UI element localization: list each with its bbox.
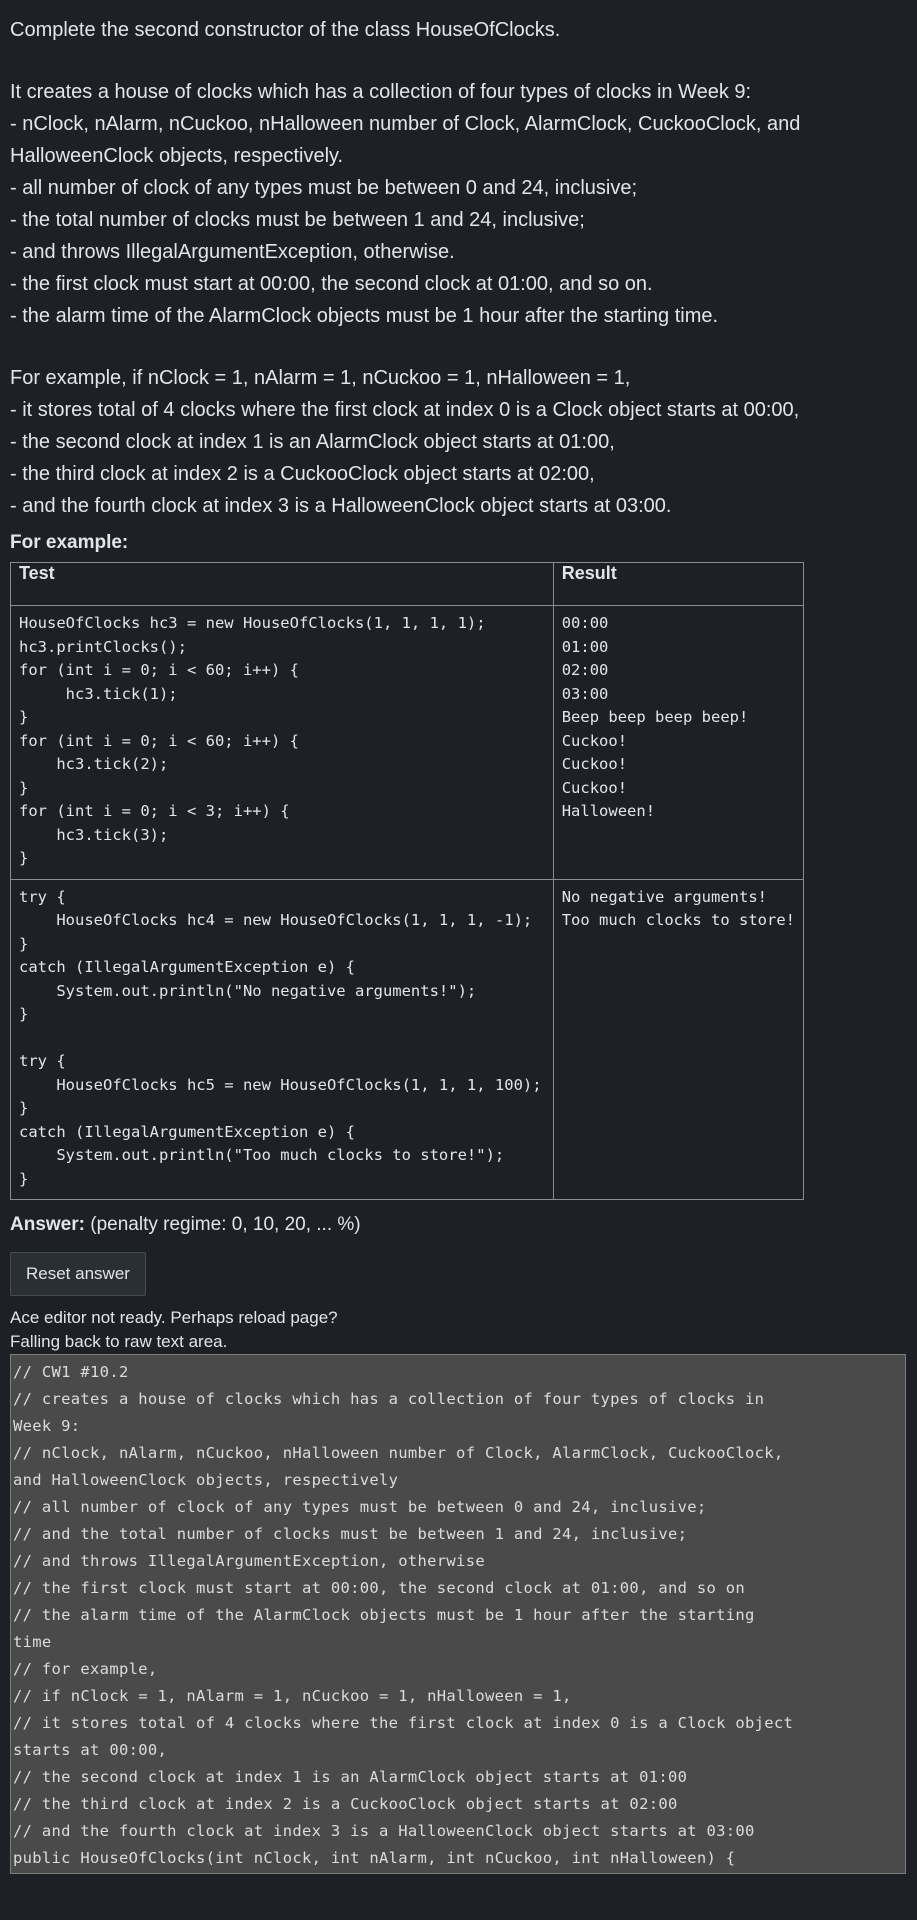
desc-line: HalloweenClock objects, respectively. bbox=[10, 145, 344, 167]
code-line: // creates a house of clocks which has a… bbox=[13, 1390, 765, 1408]
code-line: // all number of clock of any types must… bbox=[13, 1498, 707, 1516]
desc-line: - the total number of clocks must be bet… bbox=[10, 209, 585, 231]
code-line: and HalloweenClock objects, respectively bbox=[13, 1471, 399, 1489]
penalty-regime: (penalty regime: 0, 10, 20, ... %) bbox=[90, 1214, 361, 1235]
note-line: Ace editor not ready. Perhaps reload pag… bbox=[10, 1308, 338, 1327]
code-line: time bbox=[13, 1633, 52, 1651]
code-line: // the first clock must start at 00:00, … bbox=[13, 1579, 746, 1597]
code-line: // the alarm time of the AlarmClock obje… bbox=[13, 1606, 755, 1624]
code-line: // and throws IllegalArgumentException, … bbox=[13, 1552, 485, 1570]
code-line: // nClock, nAlarm, nCuckoo, nHalloween n… bbox=[13, 1444, 784, 1462]
code-line: starts at 00:00, bbox=[13, 1741, 168, 1759]
code-line: // for example, bbox=[13, 1660, 158, 1678]
code-line: public HouseOfClocks(int nClock, int nAl… bbox=[13, 1849, 736, 1867]
code-line: // if nClock = 1, nAlarm = 1, nCuckoo = … bbox=[13, 1687, 572, 1705]
result-cell: No negative arguments! Too much clocks t… bbox=[552, 878, 805, 1200]
for-example-label: For example: bbox=[10, 532, 129, 553]
example-line: - the second clock at index 1 is an Alar… bbox=[10, 431, 615, 453]
code-line: // and the fourth clock at index 3 is a … bbox=[13, 1822, 755, 1840]
example-line: For example, if nClock = 1, nAlarm = 1, … bbox=[10, 367, 631, 389]
desc-line: - and throws IllegalArgumentException, o… bbox=[10, 241, 455, 263]
table-row: HouseOfClocks hc3 = new HouseOfClocks(1,… bbox=[10, 605, 805, 880]
desc-line: It creates a house of clocks which has a… bbox=[10, 81, 752, 103]
example-table: Test Result HouseOfClocks hc3 = new Hous… bbox=[10, 562, 805, 1200]
code-line: // CW1 #10.2 bbox=[13, 1363, 129, 1381]
result-cell: 00:00 01:00 02:00 03:00 Beep beep beep b… bbox=[552, 605, 805, 880]
question-text: Complete the second constructor of the c… bbox=[10, 0, 907, 522]
test-cell: try { HouseOfClocks hc4 = new HouseOfClo… bbox=[10, 878, 554, 1200]
example-line: - and the fourth clock at index 3 is a H… bbox=[10, 495, 672, 517]
example-line: - the third clock at index 2 is a Cuckoo… bbox=[10, 463, 595, 485]
code-line: // it stores total of 4 clocks where the… bbox=[13, 1714, 794, 1732]
result-header: Result bbox=[552, 562, 805, 606]
editor-fallback-note: Ace editor not ready. Perhaps reload pag… bbox=[10, 1306, 907, 1354]
test-header: Test bbox=[10, 562, 554, 606]
question-page: Complete the second constructor of the c… bbox=[10, 0, 907, 1874]
desc-line: - all number of clock of any types must … bbox=[10, 177, 638, 199]
table-row: try { HouseOfClocks hc4 = new HouseOfClo… bbox=[10, 878, 805, 1200]
answer-textarea[interactable]: // CW1 #10.2 // creates a house of clock… bbox=[10, 1354, 906, 1874]
test-code: try { HouseOfClocks hc4 = new HouseOfClo… bbox=[19, 887, 542, 1188]
note-line: Falling back to raw text area. bbox=[10, 1332, 228, 1351]
code-line: // the third clock at index 2 is a Cucko… bbox=[13, 1795, 678, 1813]
code-line: Week 9: bbox=[13, 1417, 81, 1435]
answer-header: Answer: (penalty regime: 0, 10, 20, ... … bbox=[10, 1214, 907, 1236]
test-code: HouseOfClocks hc3 = new HouseOfClocks(1,… bbox=[19, 614, 486, 867]
desc-line: - nClock, nAlarm, nCuckoo, nHalloween nu… bbox=[10, 113, 801, 135]
reset-answer-button[interactable]: Reset answer bbox=[10, 1252, 146, 1296]
result-output: No negative arguments! Too much clocks t… bbox=[561, 887, 795, 930]
desc-line: - the first clock must start at 00:00, t… bbox=[10, 273, 653, 295]
question-title: Complete the second constructor of the c… bbox=[10, 19, 561, 41]
code-line: // the second clock at index 1 is an Ala… bbox=[13, 1768, 688, 1786]
code-line: // and the total number of clocks must b… bbox=[13, 1525, 688, 1543]
test-cell: HouseOfClocks hc3 = new HouseOfClocks(1,… bbox=[10, 605, 554, 880]
table-header-row: Test Result bbox=[10, 562, 805, 606]
desc-line: - the alarm time of the AlarmClock objec… bbox=[10, 305, 719, 327]
answer-label: Answer: bbox=[10, 1214, 85, 1235]
result-output: 00:00 01:00 02:00 03:00 Beep beep beep b… bbox=[561, 614, 749, 820]
example-line: - it stores total of 4 clocks where the … bbox=[10, 399, 800, 421]
